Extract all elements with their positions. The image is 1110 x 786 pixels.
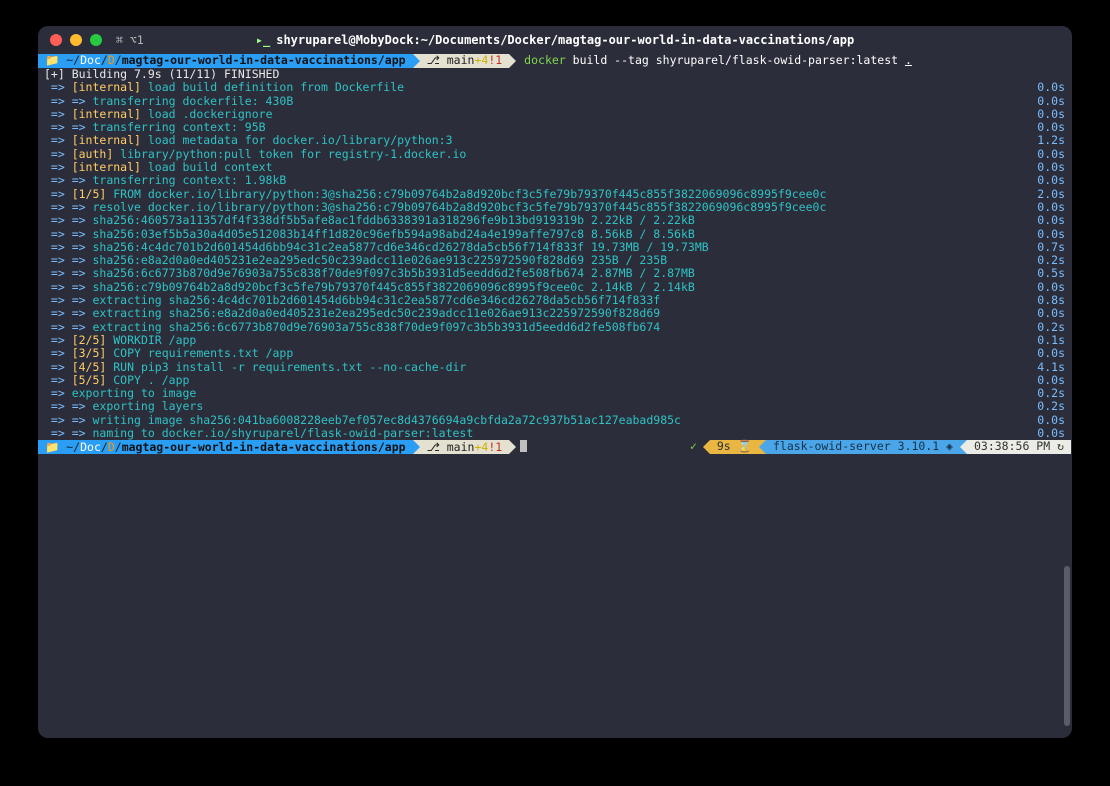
build-output-line: => [internal] load build definition from… bbox=[38, 81, 1071, 94]
cursor bbox=[520, 440, 527, 452]
build-output-line: => => exporting layers0.2s bbox=[38, 400, 1071, 413]
window-title: ▸_shyruparel@MobyDock:~/Documents/Docker… bbox=[38, 33, 1072, 47]
build-output-line: => [3/5] COPY requirements.txt /app0.0s bbox=[38, 347, 1071, 360]
build-output-line: => => transferring context: 1.98kB0.0s bbox=[38, 174, 1071, 187]
build-output-line: => => writing image sha256:041ba6008228e… bbox=[38, 414, 1071, 427]
build-output-line: => => extracting sha256:6c6773b870d9e769… bbox=[38, 321, 1071, 334]
build-output-line: => [5/5] COPY . /app0.0s bbox=[38, 374, 1071, 387]
build-output-line: => => sha256:460573a11357df4f338df5b5afe… bbox=[38, 214, 1071, 227]
titlebar-session: ⌘ ⌥1 bbox=[116, 33, 144, 47]
prompt-line-2: 📁 ~/Doc/D/magtag-our-world-in-data-vacci… bbox=[38, 440, 1071, 454]
build-output-line: => => transferring dockerfile: 430B0.0s bbox=[38, 95, 1071, 108]
build-output-line: => => sha256:e8a2d0a0ed405231e2ea295edc5… bbox=[38, 254, 1071, 267]
prompt-line-1: 📁 ~/Doc/D/magtag-our-world-in-data-vacci… bbox=[38, 54, 1071, 68]
status-env: flask-owid-server 3.10.1 ◈ bbox=[766, 440, 960, 454]
scrollbar[interactable] bbox=[1064, 566, 1070, 726]
terminal-window: ⌘ ⌥1 ▸_shyruparel@MobyDock:~/Documents/D… bbox=[38, 26, 1072, 738]
build-output-line: => exporting to image0.2s bbox=[38, 387, 1071, 400]
build-output-line: => [auth] library/python:pull token for … bbox=[38, 148, 1071, 161]
build-output-line: => [1/5] FROM docker.io/library/python:3… bbox=[38, 188, 1071, 201]
build-output-line: => => sha256:6c6773b870d9e76903a755c838f… bbox=[38, 267, 1071, 280]
status-clock: 03:38:56 PM ↻ bbox=[967, 440, 1071, 454]
prompt-path: 📁 ~/Doc/D/magtag-our-world-in-data-vacci… bbox=[38, 54, 413, 68]
build-output-line: => => sha256:4c4dc701b2d601454d6bb94c31c… bbox=[38, 241, 1071, 254]
build-output-line: => => extracting sha256:e8a2d0a0ed405231… bbox=[38, 307, 1071, 320]
prompt-git-status: ⎇ main +4 !1 bbox=[420, 54, 510, 68]
status-right: ✓ 9s ⌛ flask-owid-server 3.10.1 ◈ 03:38:… bbox=[684, 440, 1071, 454]
build-output-line: => => naming to docker.io/shyruparel/fla… bbox=[38, 427, 1071, 440]
terminal-icon: ▸_ bbox=[256, 33, 270, 47]
terminal-body[interactable]: 📁 ~/Doc/D/magtag-our-world-in-data-vacci… bbox=[38, 54, 1072, 454]
build-output-line: => => sha256:03ef5b5a30a4d05e512083b14ff… bbox=[38, 228, 1071, 241]
build-output-line: => => extracting sha256:4c4dc701b2d60145… bbox=[38, 294, 1071, 307]
build-output-line: => [internal] load metadata for docker.i… bbox=[38, 134, 1071, 147]
build-output-line: => => sha256:c79b09764b2a8d920bcf3c5fe79… bbox=[38, 281, 1071, 294]
build-header: [+] Building 7.9s (11/11) FINISHED bbox=[38, 68, 1071, 81]
build-output-line: => [internal] load .dockerignore0.0s bbox=[38, 108, 1071, 121]
build-output-line: => => resolve docker.io/library/python:3… bbox=[38, 201, 1071, 214]
build-output-line: => => transferring context: 95B0.0s bbox=[38, 121, 1071, 134]
build-output-line: => [internal] load build context0.0s bbox=[38, 161, 1071, 174]
build-output-line: => [2/5] WORKDIR /app0.1s bbox=[38, 334, 1071, 347]
prompt-command: docker build --tag shyruparel/flask-owid… bbox=[516, 54, 912, 68]
close-icon[interactable] bbox=[50, 34, 62, 46]
maximize-icon[interactable] bbox=[90, 34, 102, 46]
status-ok-icon: ✓ bbox=[684, 440, 703, 454]
minimize-icon[interactable] bbox=[70, 34, 82, 46]
titlebar: ⌘ ⌥1 ▸_shyruparel@MobyDock:~/Documents/D… bbox=[38, 26, 1072, 54]
build-output-line: => [4/5] RUN pip3 install -r requirement… bbox=[38, 361, 1071, 374]
prompt-git-status: ⎇ main +4 !1 bbox=[420, 440, 510, 454]
prompt-path: 📁 ~/Doc/D/magtag-our-world-in-data-vacci… bbox=[38, 440, 413, 454]
status-duration: 9s ⌛ bbox=[710, 440, 759, 454]
